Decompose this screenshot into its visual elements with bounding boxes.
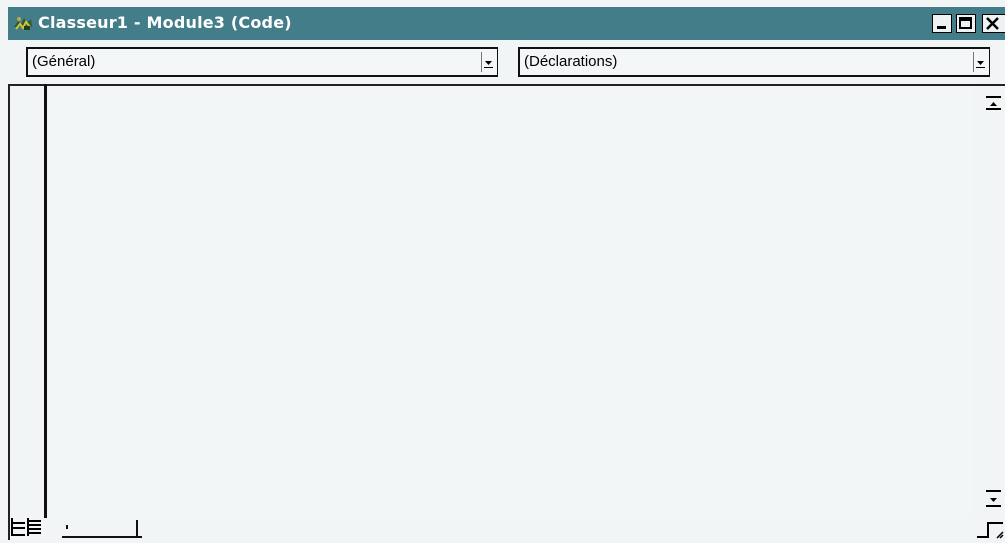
object-combo[interactable]: (Général)	[26, 47, 498, 77]
vertical-scrollbar[interactable]	[977, 86, 1005, 541]
object-combo-dropdown-button[interactable]	[481, 52, 495, 72]
procedure-combo-dropdown-button[interactable]	[973, 52, 987, 72]
resize-grip-icon	[977, 522, 1004, 539]
horizontal-scrollbar[interactable]	[62, 520, 142, 538]
horizontal-scrollbar-end	[136, 520, 138, 538]
close-icon	[986, 17, 999, 30]
code-window: Classeur1 - Module3 (Code) (Général) (Dé…	[0, 0, 1005, 543]
procedure-combo-value: (Déclarations)	[524, 53, 618, 70]
minimize-icon	[937, 26, 946, 29]
arrow-up-icon	[986, 96, 1001, 110]
arrow-down-icon	[986, 490, 1001, 507]
close-button[interactable]	[982, 14, 1005, 33]
procedure-combo[interactable]: (Déclarations)	[518, 47, 990, 77]
view-toggle-buttons[interactable]	[10, 516, 62, 538]
margin-indicator-bar[interactable]	[44, 84, 47, 518]
title-bar[interactable]: Classeur1 - Module3 (Code)	[8, 7, 1005, 40]
procedure-view-icon[interactable]	[11, 518, 25, 536]
vba-code-module-icon	[14, 17, 32, 30]
full-module-view-icon[interactable]	[27, 518, 41, 536]
window-title: Classeur1 - Module3 (Code)	[38, 13, 292, 32]
minimize-button[interactable]	[932, 14, 952, 33]
resize-grip[interactable]	[975, 512, 1005, 540]
horizontal-scroll-thumb[interactable]	[66, 525, 68, 529]
object-combo-value: (Général)	[32, 53, 96, 70]
scroll-down-button[interactable]	[981, 488, 1005, 510]
editor-top-border	[8, 84, 1005, 86]
chevron-down-icon	[484, 61, 493, 68]
scroll-up-button[interactable]	[981, 94, 1005, 116]
maximize-icon	[959, 17, 972, 29]
maximize-button[interactable]	[956, 14, 976, 33]
editor-left-border	[8, 84, 10, 540]
code-editor[interactable]	[48, 87, 973, 517]
chevron-down-icon	[976, 61, 985, 68]
view-toggle-group	[11, 518, 41, 536]
